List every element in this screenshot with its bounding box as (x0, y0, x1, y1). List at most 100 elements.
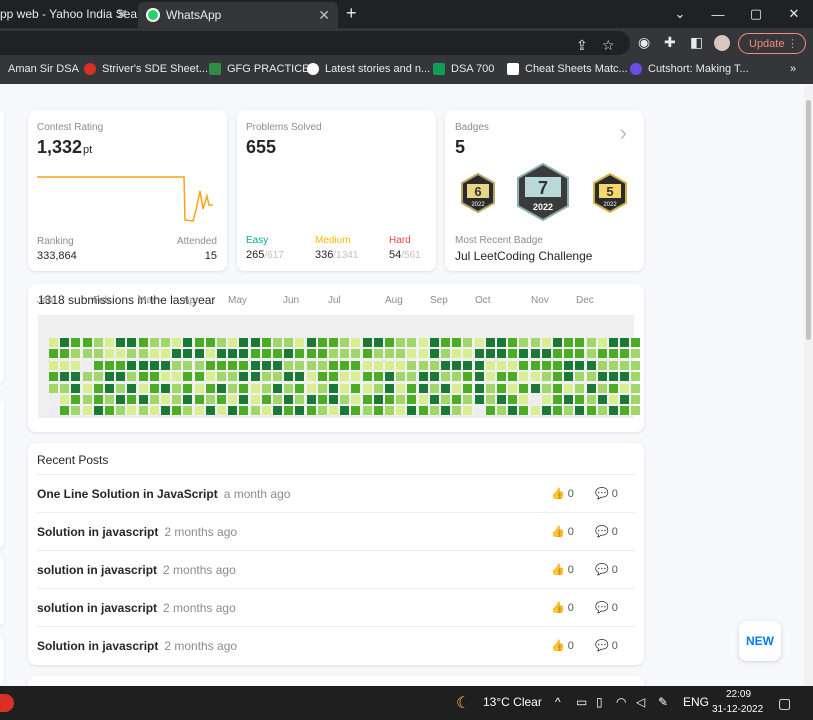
heatmap-cell[interactable] (441, 349, 450, 359)
heatmap-cell[interactable] (71, 395, 81, 404)
heatmap-cell[interactable] (463, 372, 473, 382)
heatmap-cell[interactable] (49, 338, 58, 347)
heatmap-cell[interactable] (564, 406, 574, 416)
post-votes[interactable]: 👍 0 (551, 487, 574, 500)
heatmap-cell[interactable] (295, 395, 305, 404)
heatmap-cell[interactable] (116, 372, 126, 382)
heatmap-cell[interactable] (485, 349, 495, 359)
heatmap-cell[interactable] (250, 395, 260, 404)
heatmap-cell[interactable] (340, 349, 350, 359)
heatmap-cell[interactable] (138, 395, 148, 404)
heatmap-cell[interactable] (306, 383, 316, 393)
heatmap-cell[interactable] (373, 406, 383, 416)
heatmap-cell[interactable] (261, 395, 271, 404)
heatmap-cell[interactable] (497, 395, 506, 404)
post-row[interactable]: solution in javascript 2 months ago 👍 0 💬… (37, 550, 635, 588)
heatmap-cell[interactable] (340, 383, 350, 393)
tab-search-button[interactable]: ⌄ (661, 0, 699, 28)
heatmap-cell[interactable] (373, 395, 383, 404)
heatmap-cell[interactable] (418, 395, 428, 404)
heatmap-cell[interactable] (105, 395, 114, 404)
heatmap-cell[interactable] (82, 349, 92, 359)
heatmap-cell[interactable] (407, 395, 417, 404)
heatmap-cell[interactable] (261, 360, 271, 370)
heatmap-cell[interactable] (138, 360, 148, 370)
heatmap-cell[interactable] (105, 360, 114, 370)
heatmap-cell[interactable] (217, 338, 226, 347)
heatmap-cell[interactable] (71, 383, 81, 393)
heatmap-cell[interactable] (609, 360, 618, 370)
heatmap-cell[interactable] (71, 406, 81, 416)
clock-time[interactable]: 22:09 (726, 689, 751, 700)
heatmap-cell[interactable] (485, 338, 495, 347)
heatmap-cell[interactable] (239, 372, 249, 382)
heatmap-cell[interactable] (306, 406, 316, 416)
heatmap-cell[interactable] (284, 395, 294, 404)
heatmap-cell[interactable] (586, 349, 596, 359)
heatmap-cell[interactable] (239, 383, 249, 393)
post-comments[interactable]: 💬 0 (595, 525, 618, 538)
heatmap-cell[interactable] (452, 360, 462, 370)
post-votes[interactable]: 👍 0 (551, 525, 574, 538)
heatmap-cell[interactable] (284, 372, 294, 382)
badges-card[interactable]: Badges 5 › 6 2022 7 2022 5 2022 Most Rec… (445, 110, 644, 271)
heatmap-cell[interactable] (183, 395, 193, 404)
pen-icon[interactable]: ✎ (658, 695, 668, 709)
heatmap-cell[interactable] (228, 383, 238, 393)
heatmap-cell[interactable] (228, 338, 238, 347)
heatmap-cell[interactable] (362, 372, 372, 382)
heatmap-cell[interactable] (116, 383, 126, 393)
heatmap-cell[interactable] (575, 372, 585, 382)
heatmap-cell[interactable] (82, 406, 92, 416)
heatmap-cell[interactable] (620, 360, 630, 370)
heatmap-cell[interactable] (609, 383, 618, 393)
heatmap-cell[interactable] (631, 372, 641, 382)
heatmap-cell[interactable] (82, 338, 92, 347)
heatmap-cell[interactable] (407, 349, 417, 359)
heatmap-cell[interactable] (49, 406, 58, 416)
update-button[interactable]: Update ⋮ (738, 33, 806, 54)
heatmap-cell[interactable] (541, 349, 551, 359)
heatmap-cell[interactable] (306, 360, 316, 370)
heatmap-cell[interactable] (161, 383, 170, 393)
heatmap-cell[interactable] (620, 349, 630, 359)
heatmap-cell[interactable] (530, 406, 540, 416)
heatmap-cell[interactable] (183, 383, 193, 393)
heatmap-cell[interactable] (329, 349, 338, 359)
heatmap-cell[interactable] (463, 383, 473, 393)
heatmap-cell[interactable] (463, 360, 473, 370)
heatmap-cell[interactable] (127, 383, 137, 393)
heatmap-cell[interactable] (497, 360, 506, 370)
heatmap-cell[interactable] (295, 349, 305, 359)
heatmap-cell[interactable] (553, 372, 562, 382)
heatmap-cell[interactable] (519, 383, 529, 393)
badge-icon[interactable]: 5 2022 (592, 173, 628, 213)
heatmap-cell[interactable] (329, 383, 338, 393)
heatmap-cell[interactable] (396, 338, 406, 347)
heatmap-cell[interactable] (609, 349, 618, 359)
heatmap-cell[interactable] (172, 338, 182, 347)
heatmap-cell[interactable] (317, 349, 327, 359)
heatmap-cell[interactable] (508, 372, 518, 382)
heatmap-cell[interactable] (553, 360, 562, 370)
heatmap-cell[interactable] (597, 360, 607, 370)
contest-rating-card[interactable]: Contest Rating 1,332pt Ranking 333,864 A… (28, 110, 227, 271)
heatmap-cell[interactable] (49, 395, 58, 404)
heatmap-cell[interactable] (60, 383, 70, 393)
heatmap-cell[interactable] (250, 360, 260, 370)
heatmap-cell[interactable] (463, 349, 473, 359)
heatmap-cell[interactable] (429, 338, 439, 347)
heatmap-cell[interactable] (194, 349, 204, 359)
heatmap-cell[interactable] (396, 372, 406, 382)
network-icon[interactable]: ▭ (576, 695, 587, 709)
heatmap-cell[interactable] (295, 406, 305, 416)
heatmap-cell[interactable] (183, 360, 193, 370)
heatmap-cell[interactable] (519, 406, 529, 416)
sidepanel-icon[interactable]: ◧ (690, 34, 703, 51)
heatmap-cell[interactable] (161, 338, 170, 347)
heatmap-cell[interactable] (82, 395, 92, 404)
heatmap-cell[interactable] (441, 395, 450, 404)
heatmap-cell[interactable] (60, 406, 70, 416)
heatmap-cell[interactable] (351, 383, 361, 393)
heatmap-cell[interactable] (586, 395, 596, 404)
